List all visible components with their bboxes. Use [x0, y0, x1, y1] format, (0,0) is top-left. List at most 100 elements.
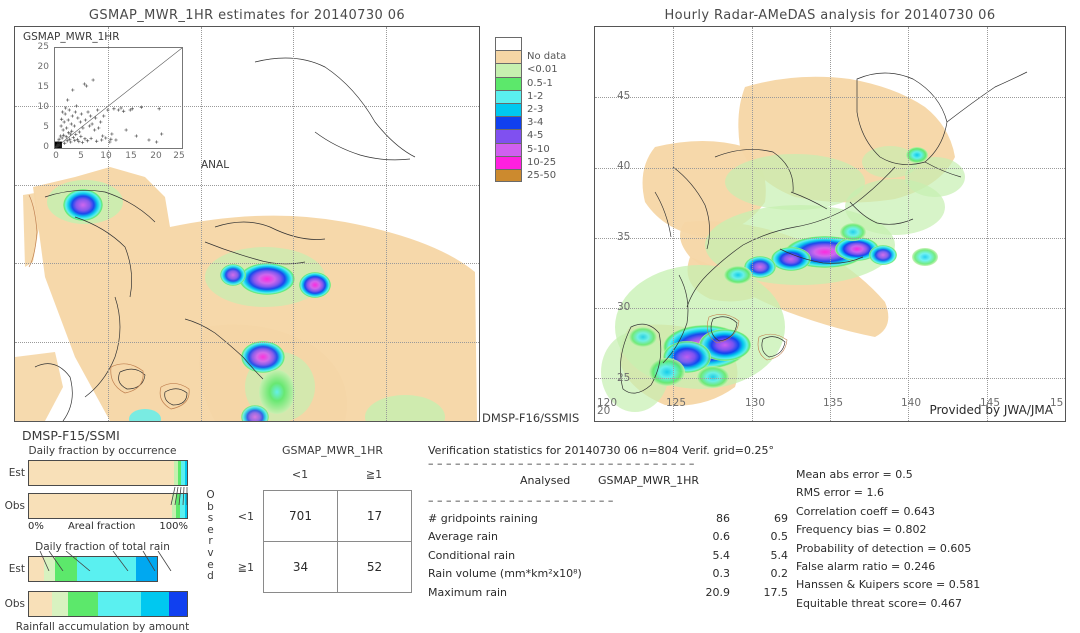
right-gridline-h — [595, 378, 1065, 380]
daily-fraction-block: DMSP-F15/SSMI Daily fraction by occurren… — [0, 428, 205, 633]
lat-tick-label: 35 — [617, 231, 631, 243]
axis-right-label: 100% — [159, 521, 188, 532]
legend-item — [495, 37, 591, 51]
fraction-segment — [169, 592, 187, 616]
legend-item: 3-4 — [495, 116, 591, 130]
legend-swatch — [495, 102, 522, 117]
left-gridline-v — [293, 27, 295, 421]
left-gridline-h — [15, 263, 479, 265]
stat-analysed: 0.6 — [712, 530, 731, 544]
stats-col-gsmap: GSMAP_MWR_1HR — [598, 474, 700, 487]
right-gridline-h — [595, 167, 1065, 169]
stats-header: Verification statistics for 20140730 06 … — [428, 444, 774, 457]
right-gridline-v — [908, 27, 910, 421]
left-gridline-h — [15, 342, 479, 344]
axis-center-label: Areal fraction — [67, 521, 136, 532]
inset-xtick: 15 — [125, 151, 137, 161]
total-rain-obs-row: Obs — [0, 591, 205, 617]
stat-name: Average rain — [428, 530, 498, 544]
contingency-col-header: ≧1 — [365, 468, 383, 481]
skill-scores-block: Mean abs error = 0.5 RMS error = 1.6 Cor… — [796, 468, 1076, 615]
total-rain-est-row: Est — [0, 556, 205, 582]
legend-label: <0.01 — [527, 64, 558, 76]
right-gridline-v — [986, 27, 988, 421]
left-sensor-label: DMSP-F16/SSMIS — [482, 411, 580, 425]
inset-plot-area — [54, 47, 183, 149]
inset-xaxis-label: ANAL — [201, 159, 230, 171]
stat-estimate: 5.4 — [770, 548, 789, 562]
legend-swatch — [495, 89, 522, 103]
stats-row: # gridpoints raining 86 69 — [428, 512, 788, 530]
legend-swatch — [495, 116, 522, 130]
table-row: 701 17 — [263, 490, 412, 542]
stat-estimate: 17.5 — [763, 585, 789, 599]
contingency-row-header: <1 — [237, 510, 254, 523]
right-gridline-h — [595, 237, 1065, 239]
contingency-table-block: GSMAP_MWR_1HR <1 ≧1 Observed <1 ≧1 701 1… — [200, 444, 425, 612]
row-label-obs: Obs — [4, 500, 25, 512]
inset-ytick: 20 — [37, 62, 49, 72]
stats-row: Rain volume (mm*km²x10⁸) 0.3 0.2 — [428, 567, 788, 585]
table-cell: 701 — [263, 490, 338, 542]
inset-ytick: 5 — [43, 122, 49, 132]
legend-swatch — [495, 168, 522, 183]
legend-label: 2-3 — [527, 103, 544, 115]
right-gridline-v — [830, 27, 831, 421]
lat-tick-label: 25 — [617, 372, 631, 384]
radar-amedas-map[interactable]: 45 40 35 30 25 20 120 125 130 135 140 14… — [594, 26, 1066, 422]
occurrence-obs-bar — [28, 493, 188, 519]
inset-ytick: 15 — [37, 82, 49, 92]
contingency-title: GSMAP_MWR_1HR — [281, 444, 384, 457]
fraction-segment — [68, 592, 99, 616]
inset-xtick: 5 — [78, 151, 84, 161]
total-rain-est-bar — [28, 556, 158, 582]
right-gridline-h — [595, 308, 1065, 310]
contingency-table: 701 17 34 52 — [263, 490, 412, 593]
gsmap-estimate-map[interactable]: GSMAP_MWR_1HR 25 20 15 10 5 0 0 5 10 15 … — [14, 26, 480, 422]
scatter-inset[interactable]: GSMAP_MWR_1HR 25 20 15 10 5 0 0 5 10 15 … — [21, 31, 191, 171]
inset-ytick: 0 — [43, 142, 49, 152]
legend-swatch — [495, 37, 522, 51]
lat-tick-label: 45 — [617, 90, 631, 102]
lon-tick-label: 120 — [597, 397, 618, 409]
contingency-col-header: <1 — [291, 468, 309, 481]
inset-ytick: 10 — [37, 102, 49, 112]
legend-item: 5-10 — [495, 142, 591, 156]
fraction-segment — [52, 592, 69, 616]
inset-xtick: 10 — [100, 151, 112, 161]
stats-divider-mid: – – – – – – – – – – – – – – – – – – – – … — [428, 494, 614, 507]
total-rain-obs-bar — [28, 591, 188, 617]
fraction-segment — [29, 592, 53, 616]
lat-tick-label: 40 — [617, 160, 631, 172]
fraction-segment — [29, 557, 44, 581]
skill-score: Correlation coeff = 0.643 — [796, 504, 935, 518]
left-panel-title: GSMAP_MWR_1HR estimates for 20140730 06 — [88, 8, 406, 23]
legend-swatch — [495, 76, 522, 90]
skill-score: RMS error = 1.6 — [796, 486, 884, 500]
inset-ytick: 25 — [37, 42, 49, 52]
fraction-segment — [29, 494, 172, 518]
contingency-row-header: ≧1 — [237, 561, 254, 574]
axis-left-label: 0% — [28, 521, 44, 532]
stats-col-analysed: Analysed — [520, 474, 571, 487]
skill-score: Equitable threat score= 0.467 — [796, 596, 962, 610]
fraction-segment — [76, 557, 136, 581]
occurrence-est-row: Est — [0, 460, 205, 486]
right-gridline-h — [595, 97, 1065, 99]
right-gridline-v — [751, 27, 753, 421]
right-gridline-v — [673, 27, 675, 421]
fraction-segment — [29, 461, 175, 485]
occurrence-obs-row: Obs — [0, 493, 205, 519]
inset-xtick: 20 — [150, 151, 162, 161]
legend-label: 1-2 — [527, 90, 544, 102]
map-credit: Provided by JWA/JMA — [929, 403, 1053, 417]
inset-xtick: 25 — [173, 151, 185, 161]
observed-axis-label: Observed — [206, 489, 215, 583]
skill-score: Probability of detection = 0.605 — [796, 541, 972, 555]
lon-tick-label: 130 — [745, 397, 766, 409]
stat-analysed: 5.4 — [712, 548, 731, 562]
stat-name: Conditional rain — [428, 548, 516, 562]
fraction-segment — [135, 557, 157, 581]
verification-statistics-block: Verification statistics for 20140730 06 … — [428, 444, 788, 604]
inset-xtick: 0 — [53, 151, 59, 161]
